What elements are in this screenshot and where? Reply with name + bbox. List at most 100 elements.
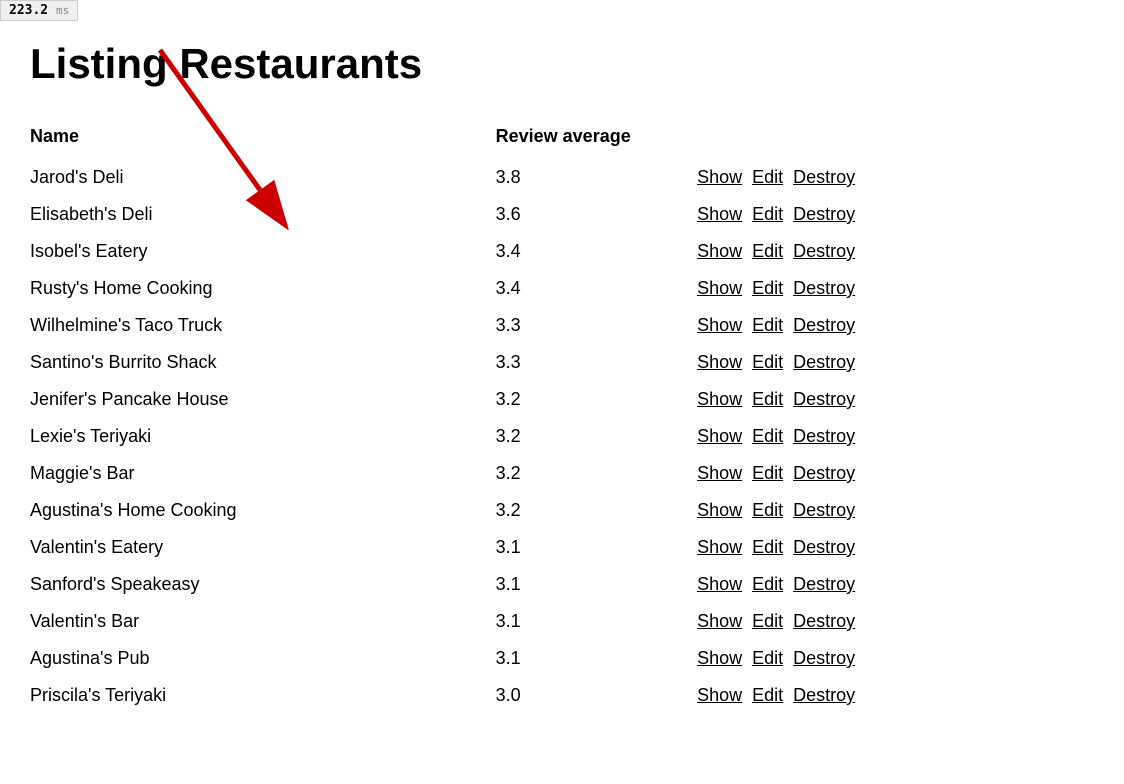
edit-link[interactable]: Edit: [752, 574, 783, 595]
column-review-average: Review average: [496, 118, 697, 159]
show-link[interactable]: Show: [697, 611, 742, 632]
destroy-link[interactable]: Destroy: [793, 352, 855, 373]
edit-link[interactable]: Edit: [752, 278, 783, 299]
destroy-link[interactable]: Destroy: [793, 389, 855, 410]
show-link[interactable]: Show: [697, 500, 742, 521]
restaurant-actions: Show Edit Destroy: [697, 344, 930, 381]
restaurant-review-average: 3.1: [496, 640, 697, 677]
restaurant-review-average: 3.0: [496, 677, 697, 714]
restaurant-review-average: 3.3: [496, 307, 697, 344]
table-row: Isobel's Eatery3.4ShowEditDestroy: [30, 233, 930, 270]
destroy-link[interactable]: Destroy: [793, 278, 855, 299]
restaurant-actions: Show Edit Destroy: [697, 566, 930, 603]
show-link[interactable]: Show: [697, 648, 742, 669]
restaurants-table: Name Review average Jarod's Deli3.8ShowE…: [30, 118, 930, 714]
show-link[interactable]: Show: [697, 278, 742, 299]
destroy-link[interactable]: Destroy: [793, 167, 855, 188]
restaurant-name: Agustina's Pub: [30, 640, 496, 677]
restaurant-name: Jarod's Deli: [30, 159, 496, 196]
restaurant-actions: Show Edit Destroy: [697, 640, 930, 677]
edit-link[interactable]: Edit: [752, 389, 783, 410]
restaurant-review-average: 3.2: [496, 455, 697, 492]
show-link[interactable]: Show: [697, 537, 742, 558]
show-link[interactable]: Show: [697, 463, 742, 484]
edit-link[interactable]: Edit: [752, 241, 783, 262]
table-row: Lexie's Teriyaki3.2Show Edit Destroy: [30, 418, 930, 455]
edit-link[interactable]: Edit: [752, 204, 783, 225]
restaurant-review-average: 3.6: [496, 196, 697, 233]
restaurant-name: Rusty's Home Cooking: [30, 270, 496, 307]
restaurant-review-average: 3.1: [496, 566, 697, 603]
restaurant-actions: Show Edit Destroy: [697, 492, 930, 529]
edit-link[interactable]: Edit: [752, 500, 783, 521]
edit-link[interactable]: Edit: [752, 352, 783, 373]
table-row: Valentin's Eatery3.1ShowEditDestroy: [30, 529, 930, 566]
restaurant-review-average: 3.4: [496, 270, 697, 307]
restaurant-actions: Show Edit Destroy: [697, 677, 930, 714]
edit-link[interactable]: Edit: [752, 426, 783, 447]
table-row: Agustina's Pub3.1Show Edit Destroy: [30, 640, 930, 677]
restaurant-actions: Show Edit Destroy: [697, 233, 930, 270]
table-row: Maggie's Bar3.2Show Edit Destroy: [30, 455, 930, 492]
destroy-link[interactable]: Destroy: [793, 685, 855, 706]
table-row: Jenifer's Pancake House3.2ShowEditDestro…: [30, 381, 930, 418]
restaurant-review-average: 3.4: [496, 233, 697, 270]
restaurant-review-average: 3.2: [496, 418, 697, 455]
table-row: Agustina's Home Cooking3.2Show Edit Destro…: [30, 492, 930, 529]
show-link[interactable]: Show: [697, 574, 742, 595]
column-actions: [697, 118, 930, 159]
restaurant-name: Agustina's Home Cooking: [30, 492, 496, 529]
show-link[interactable]: Show: [697, 685, 742, 706]
column-name: Name: [30, 118, 496, 159]
show-link[interactable]: Show: [697, 204, 742, 225]
destroy-link[interactable]: Destroy: [793, 204, 855, 225]
perf-unit: ms: [56, 4, 69, 17]
show-link[interactable]: Show: [697, 389, 742, 410]
table-row: Wilhelmine's Taco Truck3.3Show Edit Destro…: [30, 307, 930, 344]
edit-link[interactable]: Edit: [752, 167, 783, 188]
restaurant-review-average: 3.2: [496, 492, 697, 529]
edit-link[interactable]: Edit: [752, 537, 783, 558]
destroy-link[interactable]: Destroy: [793, 648, 855, 669]
edit-link[interactable]: Edit: [752, 463, 783, 484]
restaurant-actions: Show Edit Destroy: [697, 418, 930, 455]
restaurant-actions: Show Edit Destroy: [697, 455, 930, 492]
restaurant-name: Valentin's Eatery: [30, 529, 496, 566]
perf-value: 223.2: [9, 3, 48, 18]
destroy-link[interactable]: Destroy: [793, 611, 855, 632]
restaurant-actions: Show Edit Destroy: [697, 270, 930, 307]
restaurant-name: Lexie's Teriyaki: [30, 418, 496, 455]
table-row: Valentin's Bar3.1ShowEditDestroy: [30, 603, 930, 640]
edit-link[interactable]: Edit: [752, 685, 783, 706]
edit-link[interactable]: Edit: [752, 611, 783, 632]
destroy-link[interactable]: Destroy: [793, 463, 855, 484]
show-link[interactable]: Show: [697, 315, 742, 336]
edit-link[interactable]: Edit: [752, 315, 783, 336]
restaurant-review-average: 3.1: [496, 603, 697, 640]
destroy-link[interactable]: Destroy: [793, 500, 855, 521]
table-row: Santino's Burrito Shack3.3ShowEditDestro…: [30, 344, 930, 381]
edit-link[interactable]: Edit: [752, 648, 783, 669]
performance-badge: 223.2 ms: [0, 0, 78, 21]
page-title: Listing Restaurants: [30, 40, 1094, 88]
table-row: Sanford's Speakeasy3.1Show Edit Destroy: [30, 566, 930, 603]
restaurant-actions: Show Edit Destroy: [697, 529, 930, 566]
table-row: Rusty's Home Cooking3.4Show Edit Destroy: [30, 270, 930, 307]
restaurant-review-average: 3.3: [496, 344, 697, 381]
restaurant-name: Elisabeth's Deli: [30, 196, 496, 233]
restaurant-name: Maggie's Bar: [30, 455, 496, 492]
restaurant-actions: Show Edit Destroy: [697, 307, 930, 344]
table-row: Priscila's Teriyaki3.0ShowEditDestroy: [30, 677, 930, 714]
show-link[interactable]: Show: [697, 352, 742, 373]
restaurant-name: Sanford's Speakeasy: [30, 566, 496, 603]
destroy-link[interactable]: Destroy: [793, 537, 855, 558]
destroy-link[interactable]: Destroy: [793, 574, 855, 595]
restaurant-name: Jenifer's Pancake House: [30, 381, 496, 418]
destroy-link[interactable]: Destroy: [793, 426, 855, 447]
destroy-link[interactable]: Destroy: [793, 315, 855, 336]
show-link[interactable]: Show: [697, 241, 742, 262]
destroy-link[interactable]: Destroy: [793, 241, 855, 262]
show-link[interactable]: Show: [697, 167, 742, 188]
show-link[interactable]: Show: [697, 426, 742, 447]
restaurant-name: Wilhelmine's Taco Truck: [30, 307, 496, 344]
